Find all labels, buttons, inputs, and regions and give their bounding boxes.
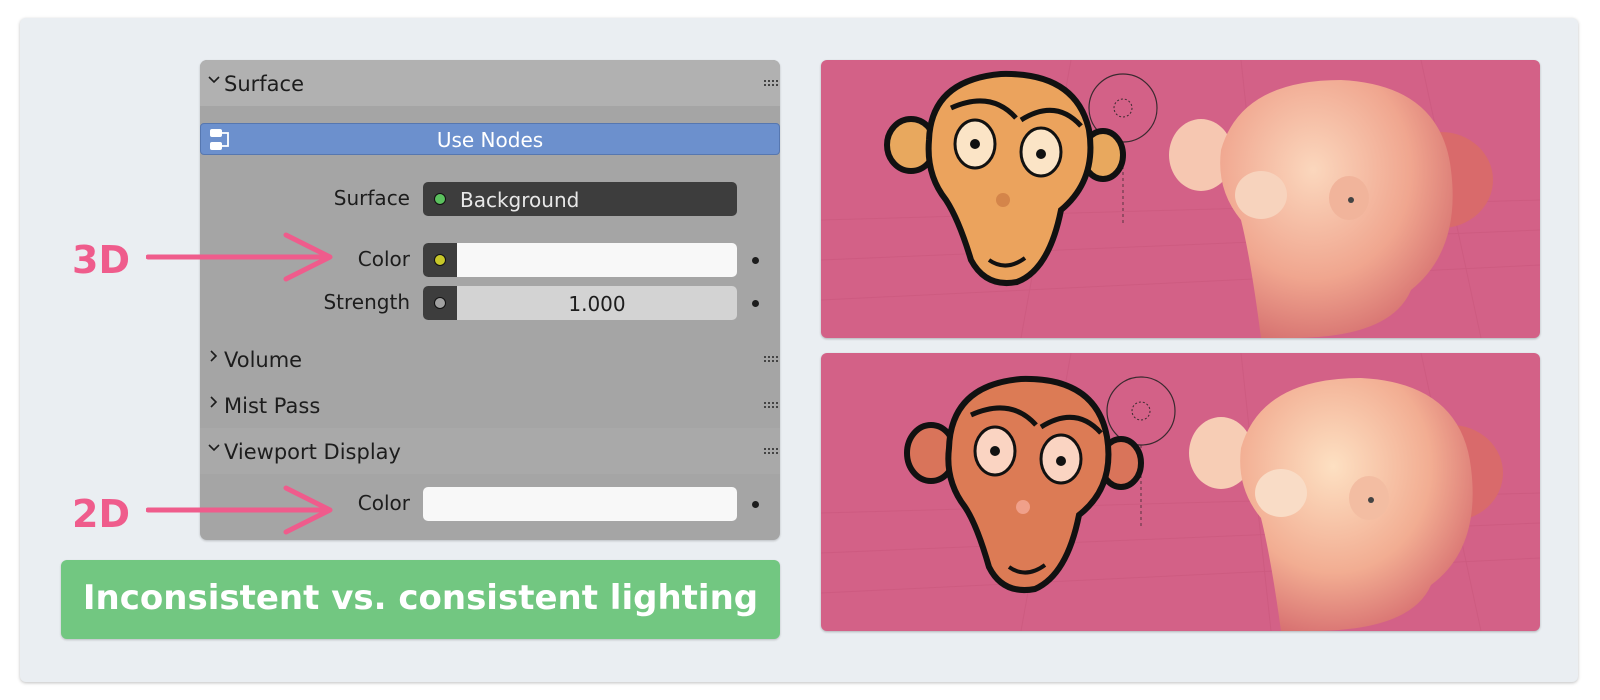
use-nodes-button[interactable]: Use Nodes — [200, 123, 780, 155]
strength-socket-box[interactable] — [423, 286, 457, 320]
keyframe-dot-icon[interactable] — [752, 300, 759, 307]
arrow-3d-icon — [146, 232, 333, 282]
surface-row-label: Surface — [333, 186, 410, 210]
monkey-2d-icon — [904, 375, 1144, 593]
use-nodes-label: Use Nodes — [436, 128, 544, 152]
background-color-field[interactable] — [423, 243, 737, 277]
keyframe-dot-icon[interactable] — [752, 501, 759, 508]
strength-value: 1.000 — [568, 292, 626, 316]
annotation-3d-label: 3D — [72, 238, 130, 282]
strength-field[interactable]: 1.000 — [423, 286, 737, 320]
mist-pass-section-header[interactable]: Mist Pass — [200, 382, 780, 428]
surface-section-header[interactable]: Surface — [200, 60, 780, 106]
volume-section-header[interactable]: Volume — [200, 336, 780, 382]
annotation-2d-label: 2D — [72, 492, 130, 536]
keyframe-dot-icon[interactable] — [752, 257, 759, 264]
chevron-down-icon — [208, 444, 220, 452]
arrow-2d-icon — [146, 485, 333, 535]
caption-banner: Inconsistent vs. consistent lighting — [61, 560, 780, 639]
strength-socket-icon — [434, 297, 446, 309]
strength-row-label: Strength — [323, 290, 410, 314]
monkey-2d-icon — [884, 70, 1126, 286]
caption-text: Inconsistent vs. consistent lighting — [82, 578, 759, 618]
viewport-preview-consistent — [821, 353, 1540, 631]
grip-icon[interactable] — [764, 448, 778, 456]
chevron-down-icon — [208, 76, 220, 84]
surface-shader-field[interactable]: Background — [423, 182, 737, 216]
chevron-right-icon — [210, 396, 218, 408]
world-properties-panel: Surface Use Nodes Surface Background Col… — [200, 60, 780, 540]
chevron-right-icon — [210, 350, 218, 362]
viewport-display-section-header[interactable]: Viewport Display — [200, 428, 780, 474]
monkey-3d-icon — [1189, 378, 1503, 631]
grip-icon[interactable] — [764, 402, 778, 410]
volume-section-title: Volume — [224, 348, 303, 372]
color-socket-box[interactable] — [423, 243, 457, 277]
mist-pass-section-title: Mist Pass — [224, 394, 321, 418]
shader-socket-icon — [434, 193, 446, 205]
viewport-color-field[interactable] — [423, 487, 737, 521]
color-socket-icon — [434, 254, 446, 266]
grip-icon[interactable] — [764, 356, 778, 364]
grip-icon[interactable] — [764, 80, 778, 88]
surface-shader-value: Background — [460, 188, 580, 212]
viewport-display-section-title: Viewport Display — [224, 440, 401, 464]
viewport-preview-inconsistent — [821, 60, 1540, 338]
surface-section-title: Surface — [224, 72, 305, 96]
